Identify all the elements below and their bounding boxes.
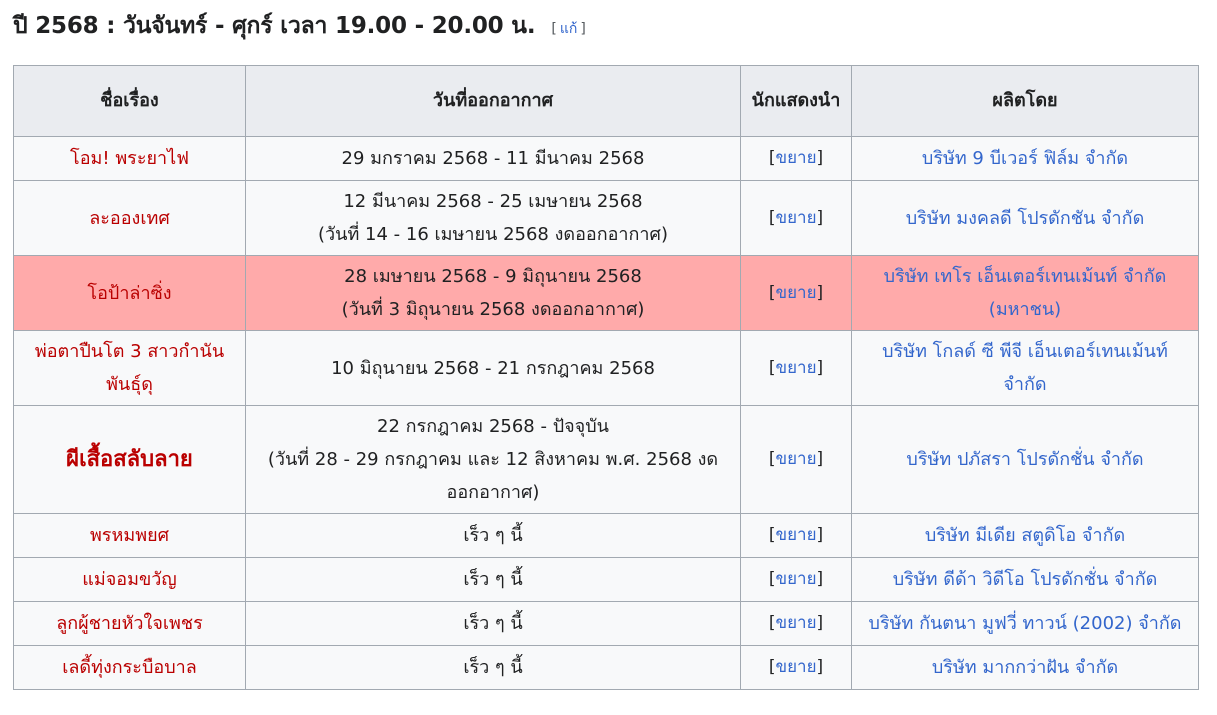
lead-actors-cell: [ขยาย] — [740, 513, 852, 558]
lead-actors-cell: [ขยาย] — [740, 255, 852, 331]
table-row: ละอองเทศ 12 มีนาคม 2568 - 25 เมษายน 2568… — [13, 180, 1199, 256]
producer-link[interactable]: บริษัท ดีด้า วิดีโอ โปรดักชั่น จำกัด — [851, 557, 1199, 602]
expand-link[interactable]: ขยาย — [775, 657, 816, 677]
producer-link[interactable]: บริษัท มงคลดี โปรดักชัน จำกัด — [851, 180, 1199, 256]
edit-link[interactable]: แก้ — [557, 21, 581, 37]
lead-actors-cell: [ขยาย] — [740, 405, 852, 514]
air-dates: เร็ว ๆ นี้ — [463, 525, 523, 546]
header-air-dates: วันที่ออกอากาศ — [245, 65, 741, 137]
schedule-table: ชื่อเรื่อง วันที่ออกอากาศ นักแสดงนำ ผลิต… — [13, 65, 1199, 690]
air-dates: 10 มิถุนายน 2568 - 21 กรกฎาคม 2568 — [331, 357, 655, 379]
producer-link[interactable]: บริษัท มีเดีย สตูดิโอ จำกัด — [851, 513, 1199, 558]
lead-actors-cell: [ขยาย] — [740, 330, 852, 406]
lead-actors-cell: [ขยาย] — [740, 180, 852, 256]
table-row: พ่อตาปืนโต 3 สาวกำนันพันธุ์ดุ 10 มิถุนาย… — [13, 330, 1199, 406]
drama-title-link[interactable]: ลูกผู้ชายหัวใจเพชร — [13, 601, 246, 646]
expand-link[interactable]: ขยาย — [775, 525, 816, 545]
table-row: แม่จอมขวัญ เร็ว ๆ นี้ [ขยาย] บริษัท ดีด้… — [13, 557, 1199, 602]
air-dates-cell: เร็ว ๆ นี้ — [245, 601, 741, 646]
table-row: พรหมพยศ เร็ว ๆ นี้ [ขยาย] บริษัท มีเดีย … — [13, 513, 1199, 558]
air-dates-note: (วันที่ 28 - 29 กรกฎาคม และ 12 สิงหาคม พ… — [267, 449, 719, 503]
air-dates-note: (วันที่ 14 - 16 เมษายน 2568 งดออกอากาศ) — [318, 224, 668, 245]
section-heading: ปี 2568 : วันจันทร์ - ศุกร์ เวลา 19.00 -… — [13, 13, 536, 39]
producer-link[interactable]: บริษัท โกลด์ ซี พีจี เอ็นเตอร์เทนเม้นท์ … — [851, 330, 1199, 406]
lead-actors-cell: [ขยาย] — [740, 557, 852, 602]
air-dates-cell: 12 มีนาคม 2568 - 25 เมษายน 2568 (วันที่ 1… — [245, 180, 741, 256]
lead-actors-cell: [ขยาย] — [740, 601, 852, 646]
drama-title-link[interactable]: โอป้าล่าซิ่ง — [13, 255, 246, 331]
drama-title-link[interactable]: พ่อตาปืนโต 3 สาวกำนันพันธุ์ดุ — [13, 330, 246, 406]
air-dates: 29 มกราคม 2568 - 11 มีนาคม 2568 — [341, 148, 645, 169]
expand-link[interactable]: ขยาย — [775, 569, 816, 589]
producer-link[interactable]: บริษัท ปภัสรา โปรดักชั่น จำกัด — [851, 405, 1199, 514]
table-header-row: ชื่อเรื่อง วันที่ออกอากาศ นักแสดงนำ ผลิต… — [13, 65, 1199, 137]
producer-link[interactable]: บริษัท มากกว่าฝัน จำกัด — [851, 645, 1199, 690]
air-dates: 28 เมษายน 2568 - 9 มิถุนายน 2568 — [344, 266, 642, 287]
section-heading-row: ปี 2568 : วันจันทร์ - ศุกร์ เวลา 19.00 -… — [13, 10, 586, 44]
edit-bracket-open: [ — [551, 21, 557, 37]
expand-link[interactable]: ขยาย — [775, 613, 816, 633]
air-dates-cell: เร็ว ๆ นี้ — [245, 557, 741, 602]
drama-title-link[interactable]: เลดี้ทุ่งกระบือบาล — [13, 645, 246, 690]
table-row: ผีเสื้อสลับลาย 22 กรกฎาคม 2568 - ปัจจุบั… — [13, 405, 1199, 514]
edit-section: [แก้] — [551, 18, 585, 40]
header-lead-actors: นักแสดงนำ — [740, 65, 852, 137]
table-row: ลูกผู้ชายหัวใจเพชร เร็ว ๆ นี้ [ขยาย] บริ… — [13, 601, 1199, 646]
air-dates: 22 กรกฎาคม 2568 - ปัจจุบัน — [377, 416, 609, 437]
expand-link[interactable]: ขยาย — [775, 283, 816, 303]
air-dates: เร็ว ๆ นี้ — [463, 657, 523, 678]
producer-link[interactable]: บริษัท เทโร เอ็นเตอร์เทนเม้นท์ จำกัด (มห… — [851, 255, 1199, 331]
producer-link[interactable]: บริษัท กันตนา มูฟวี่ ทาวน์ (2002) จำกัด — [851, 601, 1199, 646]
air-dates-cell: เร็ว ๆ นี้ — [245, 645, 741, 690]
table-row: โอม! พระยาไฟ 29 มกราคม 2568 - 11 มีนาคม … — [13, 136, 1199, 181]
air-dates: เร็ว ๆ นี้ — [463, 613, 523, 634]
air-dates: เร็ว ๆ นี้ — [463, 569, 523, 590]
table-row-highlighted: โอป้าล่าซิ่ง 28 เมษายน 2568 - 9 มิถุนายน… — [13, 255, 1199, 331]
drama-title-link[interactable]: ผีเสื้อสลับลาย — [13, 405, 246, 514]
drama-title-link[interactable]: โอม! พระยาไฟ — [13, 136, 246, 181]
air-dates-cell: 28 เมษายน 2568 - 9 มิถุนายน 2568 (วันที่ … — [245, 255, 741, 331]
header-title: ชื่อเรื่อง — [13, 65, 246, 137]
air-dates-cell: เร็ว ๆ นี้ — [245, 513, 741, 558]
table-row: เลดี้ทุ่งกระบือบาล เร็ว ๆ นี้ [ขยาย] บริ… — [13, 645, 1199, 690]
expand-link[interactable]: ขยาย — [775, 358, 816, 378]
edit-bracket-close: ] — [580, 21, 586, 37]
air-dates-cell: 22 กรกฎาคม 2568 - ปัจจุบัน (วันที่ 28 - 2… — [245, 405, 741, 514]
air-dates-cell: 10 มิถุนายน 2568 - 21 กรกฎาคม 2568 — [245, 330, 741, 406]
expand-link[interactable]: ขยาย — [775, 449, 816, 469]
lead-actors-cell: [ขยาย] — [740, 136, 852, 181]
drama-title-link[interactable]: พรหมพยศ — [13, 513, 246, 558]
air-dates-note: (วันที่ 3 มิถุนายน 2568 งดออกอากาศ) — [341, 299, 645, 320]
air-dates: 12 มีนาคม 2568 - 25 เมษายน 2568 — [343, 191, 643, 212]
air-dates-cell: 29 มกราคม 2568 - 11 มีนาคม 2568 — [245, 136, 741, 181]
expand-link[interactable]: ขยาย — [775, 148, 816, 168]
drama-title-link[interactable]: แม่จอมขวัญ — [13, 557, 246, 602]
expand-link[interactable]: ขยาย — [775, 208, 816, 228]
lead-actors-cell: [ขยาย] — [740, 645, 852, 690]
drama-title-link[interactable]: ละอองเทศ — [13, 180, 246, 256]
header-producer: ผลิตโดย — [851, 65, 1199, 137]
producer-link[interactable]: บริษัท 9 บีเวอร์ ฟิล์ม จำกัด — [851, 136, 1199, 181]
